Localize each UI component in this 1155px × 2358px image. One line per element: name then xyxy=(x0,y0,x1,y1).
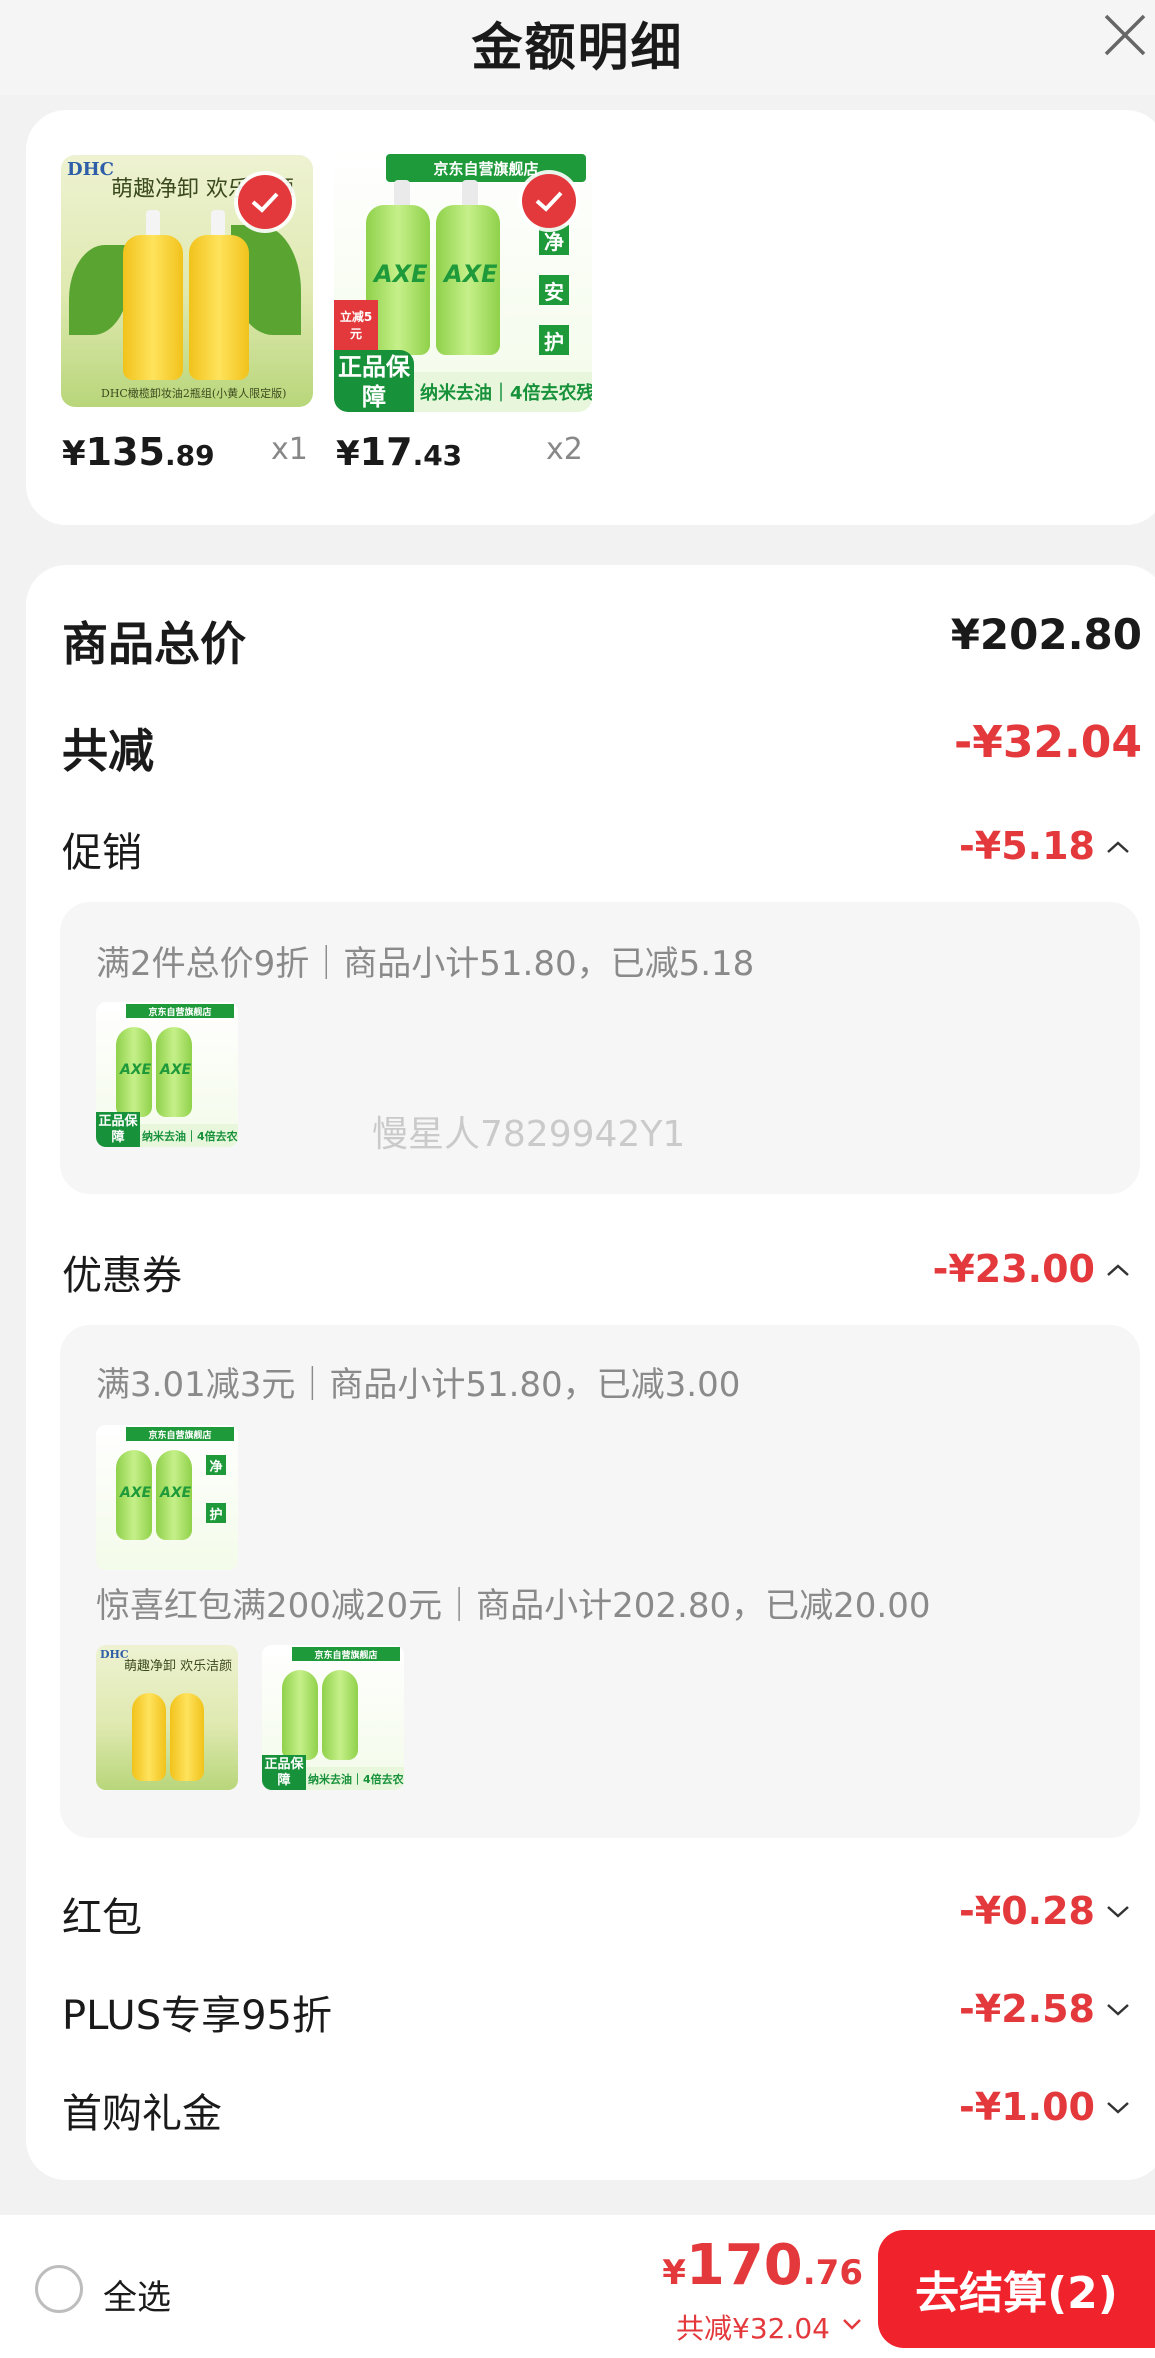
checkout-bar: 全选 ¥170.76 共减¥32.04 去结算(2) xyxy=(0,2215,1155,2358)
side-feature: 净 xyxy=(539,225,569,255)
total-reduce-label: 共减 xyxy=(62,724,154,778)
promo-product-thumb: 京东自营旗舰店 AXE AXE 纳米去油｜4倍去农残 正品保障 xyxy=(96,1002,238,1147)
promotion-rule-text: 满2件总价9折｜商品小计51.80，已减5.18 xyxy=(96,944,755,984)
coupon-rule-text: 惊喜红包满200减20元｜商品小计202.80，已减20.00 xyxy=(96,1586,931,1626)
product-quantity: x1 xyxy=(271,432,308,467)
sheet-header: 金额明细 xyxy=(0,0,1155,95)
brand-label: AXE xyxy=(120,1485,152,1501)
thumb-caption: DHC橄榄卸妆油2瓶组(小黄人限定版) xyxy=(101,387,287,400)
brand-label: AXE xyxy=(374,260,428,288)
first-purchase-gift-value[interactable]: -¥1.00 xyxy=(959,2085,1095,2129)
product-price: ¥135.89 xyxy=(62,430,215,474)
product-price: ¥17.43 xyxy=(336,430,463,474)
chevron-down-icon[interactable] xyxy=(841,2317,863,2331)
store-badge: 京东自营旗舰店 xyxy=(126,1427,234,1441)
discount-badge: 立减5元 xyxy=(334,300,378,350)
total-price-label: 商品总价 xyxy=(62,617,246,671)
guarantee-badge: 正品保障 xyxy=(334,350,414,412)
coupon-product-thumb: DHC 萌趣净卸 欢乐洁颜 xyxy=(96,1645,238,1790)
product-bottle xyxy=(123,235,183,380)
coupon-rule-text: 满3.01减3元｜商品小计51.80，已减3.00 xyxy=(96,1365,741,1405)
select-all-checkbox[interactable] xyxy=(35,2265,83,2313)
side-feature: 护 xyxy=(206,1503,226,1523)
total-saved-text[interactable]: 共减¥32.04 xyxy=(676,2307,830,2347)
product-bottle xyxy=(170,1693,204,1781)
checkout-button[interactable]: 去结算(2) xyxy=(878,2230,1155,2348)
promotion-label[interactable]: 促销 xyxy=(62,820,142,878)
plus-discount-label[interactable]: PLUS专享95折 xyxy=(62,1983,332,2041)
product-bottle xyxy=(189,235,249,380)
coupon-value[interactable]: -¥23.00 xyxy=(933,1247,1095,1291)
chevron-up-icon[interactable] xyxy=(1105,1261,1131,1279)
coupon-product-thumb: 京东自营旗舰店 AXE AXE 净 护 xyxy=(96,1425,238,1570)
product-card: DHC 萌趣净卸 欢乐洁颜 DHC橄榄卸妆油2瓶组(小黄人限定版) ¥135.8… xyxy=(26,110,1155,525)
total-reduce-value: -¥32.04 xyxy=(953,717,1142,768)
side-feature: 净 xyxy=(206,1455,226,1475)
promotion-value[interactable]: -¥5.18 xyxy=(959,824,1095,868)
side-feature: 护 xyxy=(539,325,569,355)
leaf-decoration xyxy=(69,245,129,335)
chevron-up-icon[interactable] xyxy=(1105,838,1131,856)
brand-label: AXE xyxy=(444,260,498,288)
thumb-slogan: 萌趣净卸 欢乐洁颜 xyxy=(124,1659,233,1674)
close-icon[interactable] xyxy=(1100,10,1150,60)
coupon-detail-box: 满3.01减3元｜商品小计51.80，已减3.00 京东自营旗舰店 AXE AX… xyxy=(60,1325,1140,1838)
thumb-brand: DHC xyxy=(67,159,114,180)
chevron-down-icon[interactable] xyxy=(1105,2099,1131,2117)
store-badge: 京东自营旗舰店 xyxy=(292,1647,400,1661)
redpacket-value[interactable]: -¥0.28 xyxy=(959,1889,1095,1933)
bottle-cap xyxy=(394,180,410,208)
side-feature: 安 xyxy=(539,275,569,305)
brand-label: AXE xyxy=(160,1062,192,1078)
product-bottle xyxy=(132,1693,166,1781)
product-quantity: x2 xyxy=(546,432,583,467)
bottle-cap xyxy=(146,210,160,238)
product-bottle xyxy=(282,1670,318,1760)
bottle-cap xyxy=(211,210,225,238)
product-bottle xyxy=(322,1670,358,1760)
selected-check-icon[interactable] xyxy=(238,175,292,229)
watermark-text: 慢星人7829942Y1 xyxy=(372,1114,686,1155)
chevron-down-icon[interactable] xyxy=(1105,1903,1131,1921)
guarantee-badge: 正品保障 xyxy=(96,1112,140,1147)
guarantee-badge: 正品保障 xyxy=(262,1755,306,1790)
bottle-cap xyxy=(462,180,478,208)
selected-check-icon[interactable] xyxy=(522,174,576,228)
redpacket-label[interactable]: 红包 xyxy=(62,1885,142,1943)
plus-discount-value[interactable]: -¥2.58 xyxy=(959,1987,1095,2031)
store-badge: 京东自营旗舰店 xyxy=(126,1004,234,1018)
total-payable-price: ¥170.76 xyxy=(662,2233,863,2298)
coupon-product-thumb: 京东自营旗舰店 纳米去油｜4倍去农残 正品保障 xyxy=(262,1645,404,1790)
chevron-down-icon[interactable] xyxy=(1105,2001,1131,2019)
coupon-label[interactable]: 优惠券 xyxy=(62,1243,182,1301)
select-all-label[interactable]: 全选 xyxy=(103,2270,171,2319)
first-purchase-gift-label[interactable]: 首购礼金 xyxy=(62,2081,222,2139)
page-title: 金额明细 xyxy=(471,19,684,78)
brand-label: AXE xyxy=(120,1062,152,1078)
brand-label: AXE xyxy=(160,1485,192,1501)
total-price-value: ¥202.80 xyxy=(950,610,1142,659)
